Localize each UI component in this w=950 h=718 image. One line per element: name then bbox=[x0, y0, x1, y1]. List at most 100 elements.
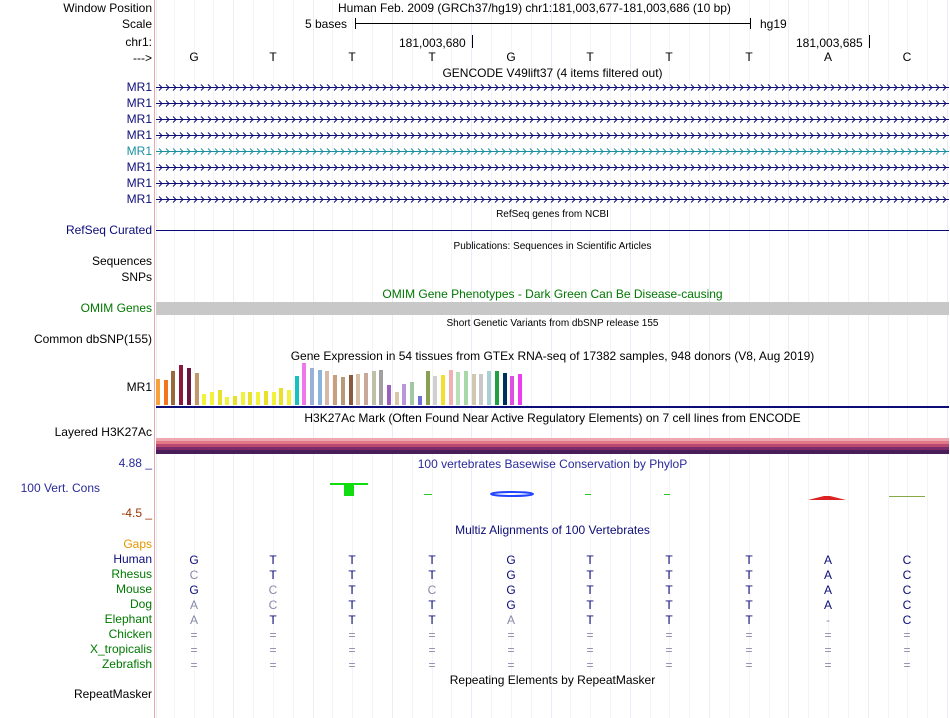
gencode-transcript-label[interactable]: MR1 bbox=[127, 128, 152, 143]
gtex-tissue-bar[interactable] bbox=[410, 382, 414, 405]
gtex-gene-line[interactable] bbox=[156, 406, 949, 408]
gtex-tissue-bar[interactable] bbox=[241, 392, 245, 405]
gtex-tissue-bar[interactable] bbox=[171, 371, 175, 405]
gtex-tissue-bar[interactable] bbox=[195, 373, 199, 405]
scale-label: Scale bbox=[121, 17, 152, 31]
gtex-tissue-bar[interactable] bbox=[364, 373, 368, 405]
h3k27ac-signal-layers[interactable] bbox=[156, 438, 949, 454]
gencode-transcript-line[interactable] bbox=[156, 100, 949, 107]
gencode-transcript-line[interactable] bbox=[156, 164, 949, 171]
gtex-tissue-bar[interactable] bbox=[210, 392, 214, 405]
species-label[interactable]: X_tropicalis bbox=[90, 642, 152, 657]
repeatmasker-track-label[interactable]: RepeatMasker bbox=[74, 687, 152, 702]
gtex-tissue-bar[interactable] bbox=[356, 374, 360, 405]
gtex-tissue-bar[interactable] bbox=[510, 376, 514, 405]
gencode-transcript-line[interactable] bbox=[156, 180, 949, 187]
publications-track-label[interactable]: Sequences bbox=[92, 254, 152, 269]
alignment-base: = bbox=[745, 628, 753, 642]
reference-base: A bbox=[823, 50, 832, 64]
alignment-base: G bbox=[506, 583, 516, 597]
gtex-tissue-bar[interactable] bbox=[402, 384, 406, 405]
gtex-tissue-bar[interactable] bbox=[272, 392, 276, 405]
dbsnp-track-label[interactable]: Common dbSNP(155) bbox=[34, 332, 152, 347]
gtex-track-label[interactable]: MR1 bbox=[127, 380, 152, 395]
gencode-transcript-line[interactable] bbox=[156, 148, 949, 155]
gtex-tissue-bar[interactable] bbox=[518, 374, 522, 405]
refseq-gene-line[interactable] bbox=[156, 230, 949, 231]
gtex-tissue-bar[interactable] bbox=[456, 372, 460, 405]
species-label[interactable]: Mouse bbox=[116, 582, 152, 597]
species-label[interactable]: Dog bbox=[130, 597, 152, 612]
alignment-base: T bbox=[745, 568, 753, 582]
gtex-tissue-bar[interactable] bbox=[156, 379, 160, 405]
gtex-tissue-bar[interactable] bbox=[256, 392, 260, 405]
gtex-tissue-bar[interactable] bbox=[418, 396, 422, 405]
gtex-tissue-bar[interactable] bbox=[495, 371, 499, 405]
species-label[interactable]: Elephant bbox=[105, 612, 152, 627]
gtex-tissue-bar[interactable] bbox=[318, 370, 322, 405]
alignment-base: T bbox=[428, 568, 436, 582]
gtex-tissue-bar[interactable] bbox=[395, 392, 399, 405]
gtex-tissue-bar[interactable] bbox=[433, 376, 437, 405]
species-label[interactable]: Rhesus bbox=[111, 567, 152, 582]
gencode-transcript-label[interactable]: MR1 bbox=[127, 112, 152, 127]
gtex-tissue-bar[interactable] bbox=[379, 370, 383, 405]
conservation-track-label[interactable]: 100 Vert. Cons bbox=[21, 481, 100, 496]
gencode-transcript-line[interactable] bbox=[156, 132, 949, 139]
alignment-base: = bbox=[586, 628, 594, 642]
species-label[interactable]: Zebrafish bbox=[102, 657, 152, 672]
alignment-base: G bbox=[506, 553, 516, 567]
gencode-transcript-line[interactable] bbox=[156, 116, 949, 123]
gtex-tissue-bar[interactable] bbox=[302, 363, 306, 405]
gtex-tissue-bar[interactable] bbox=[295, 376, 299, 405]
gtex-tissue-bar[interactable] bbox=[341, 377, 345, 405]
gtex-tissue-bar[interactable] bbox=[479, 374, 483, 405]
gtex-tissue-bar[interactable] bbox=[472, 374, 476, 405]
gtex-tissue-bar[interactable] bbox=[164, 380, 168, 405]
species-label[interactable]: Human bbox=[113, 552, 152, 567]
gtex-tissue-bar[interactable] bbox=[187, 368, 191, 405]
alignment-base: T bbox=[348, 613, 356, 627]
gtex-tissue-bar[interactable] bbox=[426, 371, 430, 405]
gencode-transcript-label[interactable]: MR1 bbox=[127, 176, 152, 191]
gtex-tissue-bar[interactable] bbox=[248, 392, 252, 405]
scale-value: 5 bases bbox=[305, 17, 348, 31]
gaps-label[interactable]: Gaps bbox=[123, 537, 152, 552]
gtex-tissue-bar[interactable] bbox=[310, 368, 314, 405]
conservation-plot[interactable] bbox=[156, 480, 949, 505]
omim-phenotype-bar[interactable] bbox=[156, 302, 949, 315]
gencode-transcript-label[interactable]: MR1 bbox=[127, 144, 152, 159]
gencode-transcript-label[interactable]: MR1 bbox=[127, 160, 152, 175]
gencode-transcript-label[interactable]: MR1 bbox=[127, 80, 152, 95]
gencode-transcript-line[interactable] bbox=[156, 84, 949, 91]
gtex-tissue-bar[interactable] bbox=[325, 371, 329, 405]
gtex-tissue-bar[interactable] bbox=[464, 371, 468, 405]
gtex-tissue-bar[interactable] bbox=[233, 396, 237, 405]
gtex-tissue-bar[interactable] bbox=[387, 385, 391, 405]
gencode-transcript-label[interactable]: MR1 bbox=[127, 96, 152, 111]
gtex-tissue-bar[interactable] bbox=[264, 391, 268, 405]
omim-track-label[interactable]: OMIM Genes bbox=[81, 301, 152, 316]
refseq-track-label[interactable]: RefSeq Curated bbox=[66, 223, 152, 238]
gtex-tissue-bar[interactable] bbox=[202, 394, 206, 405]
snps-track-label[interactable]: SNPs bbox=[121, 270, 152, 285]
gtex-tissue-bar[interactable] bbox=[218, 390, 222, 405]
gtex-tissue-bar[interactable] bbox=[441, 375, 445, 405]
gencode-transcript-line[interactable] bbox=[156, 196, 949, 203]
h3k27ac-track-label[interactable]: Layered H3K27Ac bbox=[55, 425, 152, 440]
species-label[interactable]: Chicken bbox=[109, 627, 152, 642]
alignment-base: = bbox=[190, 628, 198, 642]
gtex-tissue-bar[interactable] bbox=[287, 390, 291, 405]
gtex-tissue-bar[interactable] bbox=[333, 375, 337, 405]
gtex-tissue-bar[interactable] bbox=[179, 365, 183, 405]
gtex-tissue-bar[interactable] bbox=[372, 371, 376, 405]
gtex-tissue-bar[interactable] bbox=[487, 371, 491, 405]
gtex-tissue-bar[interactable] bbox=[503, 373, 507, 405]
gtex-tissue-bar[interactable] bbox=[225, 397, 229, 405]
alignment-base: = bbox=[586, 643, 594, 657]
gtex-tissue-bar[interactable] bbox=[349, 375, 353, 405]
gencode-transcript-label[interactable]: MR1 bbox=[127, 192, 152, 207]
gtex-tissue-bar[interactable] bbox=[279, 388, 283, 405]
coord-label-2: 181,003,685 bbox=[796, 36, 863, 50]
gtex-tissue-bar[interactable] bbox=[449, 370, 453, 405]
